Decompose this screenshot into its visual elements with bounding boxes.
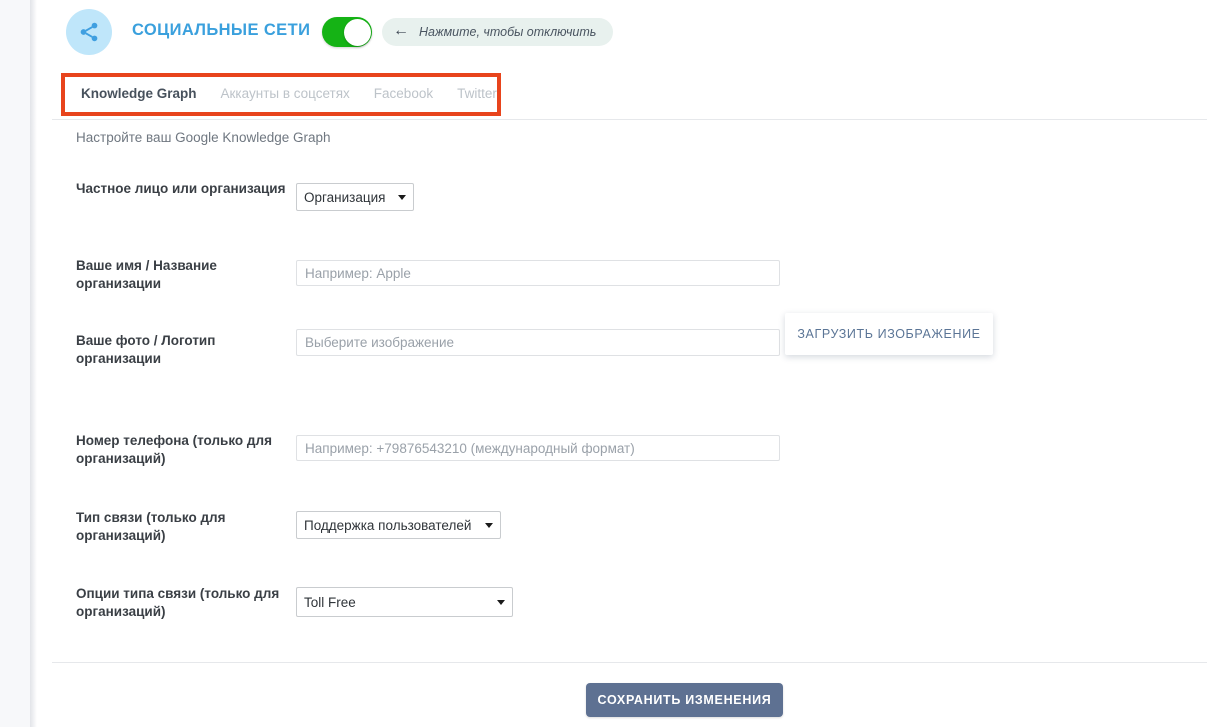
- org-logo-input[interactable]: [296, 329, 780, 356]
- page-root: СОЦИАЛЬНЫЕ СЕТИ ← Нажмите, чтобы отключи…: [0, 0, 1222, 727]
- tab-knowledge-graph[interactable]: Knowledge Graph: [69, 75, 209, 113]
- share-icon: [66, 9, 112, 55]
- tab-bar: Knowledge Graph Аккаунты в соцсетях Face…: [69, 75, 509, 113]
- panel-header: СОЦИАЛЬНЫЕ СЕТИ ← Нажмите, чтобы отключи…: [37, 0, 1222, 73]
- label-entity-type: Частное лицо или организация: [76, 181, 286, 196]
- tab-twitter[interactable]: Twitter: [445, 75, 509, 113]
- tab-facebook[interactable]: Facebook: [362, 75, 445, 113]
- enable-toggle[interactable]: [322, 17, 372, 47]
- arrow-left-icon: ←: [393, 22, 409, 39]
- gutter-shadow: [30, 0, 37, 727]
- control-phone: [296, 435, 780, 461]
- contact-option-select[interactable]: Toll Free: [296, 587, 513, 617]
- divider-bottom: [52, 662, 1207, 663]
- toggle-hint-label: Нажмите, чтобы отключить: [419, 25, 597, 39]
- label-contact-type: Тип связи (только для организаций): [76, 510, 226, 543]
- phone-input[interactable]: [296, 435, 780, 461]
- tab-social-accounts[interactable]: Аккаунты в соцсетях: [209, 75, 362, 113]
- label-contact-option: Опции типа связи (только для организаций…: [76, 586, 280, 619]
- control-org-name: [296, 260, 780, 286]
- entity-type-select[interactable]: Организация: [296, 183, 414, 211]
- label-phone: Номер телефона (только для организаций): [76, 433, 272, 466]
- control-contact-option: Toll Free: [296, 587, 513, 617]
- divider-top: [52, 119, 1207, 120]
- upload-image-button[interactable]: ЗАГРУЗИТЬ ИЗОБРАЖЕНИЕ: [785, 313, 993, 355]
- left-gutter: [0, 0, 30, 727]
- section-subtitle: Настройте ваш Google Knowledge Graph: [76, 130, 331, 145]
- control-entity-type: Организация: [296, 183, 414, 211]
- control-contact-type: Поддержка пользователей: [296, 511, 501, 539]
- toggle-knob: [343, 18, 371, 46]
- save-changes-button[interactable]: СОХРАНИТЬ ИЗМЕНЕНИЯ: [586, 683, 783, 717]
- control-org-logo: [296, 329, 780, 356]
- contact-type-select[interactable]: Поддержка пользователей: [296, 511, 501, 539]
- toggle-hint: ← Нажмите, чтобы отключить: [382, 18, 614, 46]
- label-org-logo: Ваше фото / Логотип организации: [76, 333, 216, 366]
- label-org-name: Ваше имя / Название организации: [76, 258, 217, 291]
- page-title: СОЦИАЛЬНЫЕ СЕТИ: [132, 21, 311, 39]
- settings-card: СОЦИАЛЬНЫЕ СЕТИ ← Нажмите, чтобы отключи…: [37, 0, 1222, 727]
- org-name-input[interactable]: [296, 260, 780, 286]
